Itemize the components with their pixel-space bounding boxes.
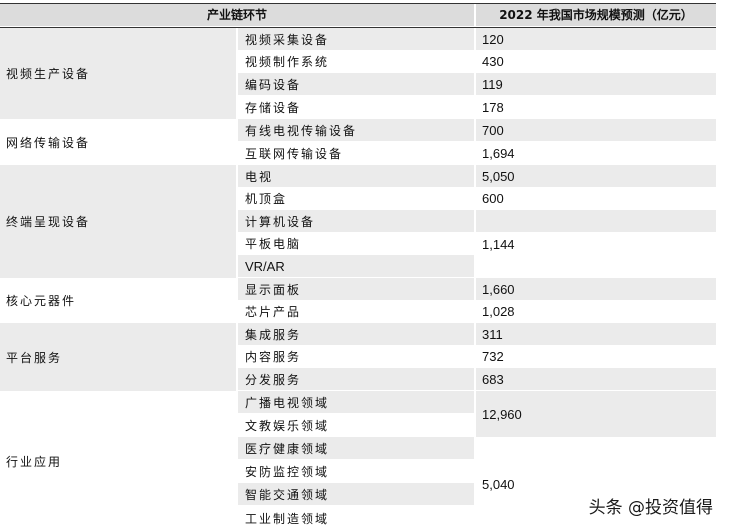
category-label: 终端呈现设备 [6,215,91,229]
value-cell: 1,694 [482,145,515,161]
value-cell: 700 [482,122,504,138]
value-cell: 119 [482,76,503,92]
value-cell: 1,660 [482,281,515,297]
value-cell: 1,144 [482,236,515,252]
val-bg [476,119,716,141]
category-label: 平台服务 [6,350,63,365]
sub-item: 视频采集设备 [245,32,330,47]
sub-item: 内容服务 [245,350,302,364]
value-cell: 683 [482,372,504,387]
val-bg [476,73,716,95]
sub-item: 编码设备 [245,77,302,92]
sub-item: 机顶盒 [245,192,288,206]
value-cell: 178 [482,99,504,115]
header-market-size: 2022 年我国市场规模预测（亿元） [476,4,716,26]
sub-item: 电视 [245,169,274,184]
value-cell: 600 [482,191,504,206]
sub-item: 计算机设备 [245,214,316,229]
value-cell: 5,050 [482,168,515,184]
value-cell: 732 [482,349,504,364]
value-cell: 5,040 [482,477,515,492]
watermark-text: 头条 @投资值得 [588,498,713,518]
sub-item: 文教娱乐领域 [245,419,330,433]
sub-bg [238,165,474,187]
category-label: 网络传输设备 [6,135,91,150]
sub-item: 广播电视领域 [245,396,330,410]
sub-item: VR/AR [245,259,285,274]
sub-item: 工业制造领域 [245,511,330,526]
sub-item: 显示面板 [245,282,302,297]
category-label: 视频生产设备 [6,67,91,81]
header-industry-chain: 产业链环节 [0,4,474,26]
val-bg [476,368,716,390]
sub-item: 芯片产品 [245,305,302,319]
value-cell: 1,028 [482,304,515,319]
value-cell: 120 [482,31,504,47]
sub-item: 存储设备 [245,100,302,115]
sub-item: 集成服务 [245,327,302,342]
sub-item: 智能交通领域 [245,488,330,502]
val-bg [476,28,716,50]
sub-item: 视频制作系统 [245,55,330,69]
value-cell: 12,960 [482,406,522,422]
sub-item: 分发服务 [245,373,302,387]
value-cell: 311 [482,326,503,342]
sub-item: 互联网传输设备 [245,146,344,161]
sub-item: 医疗健康领域 [245,442,330,456]
sub-item: 安防监控领域 [245,465,330,479]
val-bg [476,323,716,345]
category-label: 行业应用 [6,455,63,469]
value-cell: 430 [482,54,504,69]
sub-item: 平板电脑 [245,237,302,251]
sub-item: 有线电视传输设备 [245,123,358,138]
category-label: 核心元器件 [6,294,77,308]
market-size-table: 产业链环节 2022 年我国市场规模预测（亿元） 视频生产设备 网络传输设备 终… [0,0,716,532]
